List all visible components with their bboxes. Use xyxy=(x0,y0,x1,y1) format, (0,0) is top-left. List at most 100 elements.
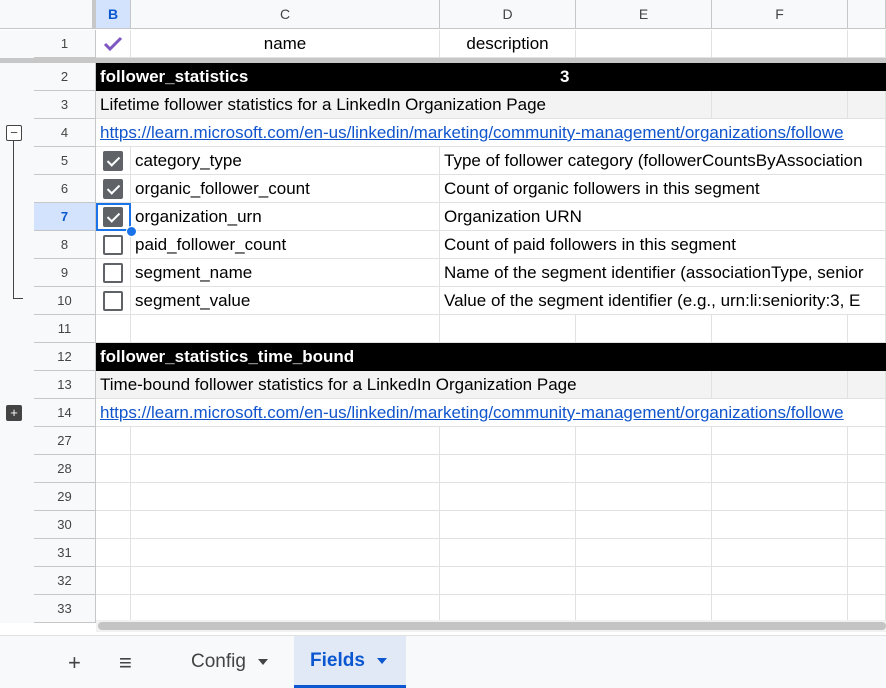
empty-cell[interactable] xyxy=(131,595,440,623)
row-number[interactable]: 2 xyxy=(34,63,96,91)
field-checkbox[interactable] xyxy=(103,178,123,199)
field-description-cell[interactable]: Value of the segment identifier (e.g., u… xyxy=(440,287,886,315)
field-checkbox-cell[interactable] xyxy=(96,175,131,203)
empty-cell[interactable] xyxy=(712,483,848,511)
empty-cell[interactable] xyxy=(848,371,886,399)
empty-cell[interactable] xyxy=(576,455,712,483)
empty-cell[interactable] xyxy=(96,455,131,483)
field-description-cell[interactable]: Organization URN xyxy=(440,203,886,231)
spreadsheet-grid[interactable]: BCDEF 1 name description 2 follower_statisti… xyxy=(0,0,886,635)
empty-cell[interactable] xyxy=(712,455,848,483)
column-header[interactable] xyxy=(848,0,886,29)
frozen-row-divider[interactable] xyxy=(0,58,886,63)
chevron-down-icon[interactable] xyxy=(257,659,268,665)
row-number[interactable]: 5 xyxy=(34,147,96,175)
empty-cell[interactable] xyxy=(131,539,440,567)
empty-cell[interactable] xyxy=(848,595,886,623)
empty-cell[interactable] xyxy=(576,427,712,455)
empty-cell[interactable] xyxy=(848,539,886,567)
empty-cell[interactable] xyxy=(576,567,712,595)
row-number[interactable]: 27 xyxy=(34,427,96,455)
empty-cell[interactable] xyxy=(440,315,576,343)
empty-cell[interactable] xyxy=(712,371,848,399)
empty-cell[interactable] xyxy=(131,315,440,343)
row-number[interactable]: 31 xyxy=(34,539,96,567)
field-description-cell[interactable]: Name of the segment identifier (associat… xyxy=(440,259,886,287)
field-checkbox[interactable] xyxy=(103,290,123,311)
empty-cell[interactable] xyxy=(131,455,440,483)
empty-cell[interactable] xyxy=(712,427,848,455)
empty-cell[interactable] xyxy=(96,567,131,595)
field-checkbox[interactable] xyxy=(103,150,123,171)
field-name-cell[interactable]: paid_follower_count xyxy=(131,231,440,259)
row-number[interactable]: 14 xyxy=(34,399,96,427)
all-sheets-menu-icon[interactable]: ≡ xyxy=(119,650,132,676)
empty-cell[interactable] xyxy=(440,511,576,539)
empty-cell[interactable] xyxy=(576,595,712,623)
field-checkbox-cell[interactable] xyxy=(96,259,131,287)
row-number[interactable]: 8 xyxy=(34,231,96,259)
row-number[interactable]: 28 xyxy=(34,455,96,483)
empty-cell[interactable] xyxy=(712,511,848,539)
empty-cell[interactable] xyxy=(576,30,712,58)
field-checkbox-cell[interactable] xyxy=(96,147,131,175)
empty-cell[interactable] xyxy=(131,427,440,455)
field-name-cell[interactable]: segment_value xyxy=(131,287,440,315)
row-number[interactable]: 9 xyxy=(34,259,96,287)
empty-cell[interactable] xyxy=(440,539,576,567)
row-number[interactable]: 33 xyxy=(34,595,96,623)
empty-cell[interactable] xyxy=(576,511,712,539)
empty-cell[interactable] xyxy=(440,455,576,483)
empty-cell[interactable] xyxy=(712,595,848,623)
sheet-tab-fields[interactable]: Fields xyxy=(294,636,406,688)
row-number[interactable]: 7 xyxy=(34,203,96,231)
row-number[interactable]: 1 xyxy=(34,30,96,58)
field-checkbox[interactable] xyxy=(103,234,123,255)
empty-cell[interactable] xyxy=(96,427,131,455)
empty-cell[interactable] xyxy=(131,511,440,539)
row-number[interactable]: 30 xyxy=(34,511,96,539)
column-header[interactable]: E xyxy=(576,0,712,29)
chevron-down-icon[interactable] xyxy=(376,657,387,664)
field-checkbox-cell[interactable] xyxy=(96,231,131,259)
field-description-cell[interactable]: Count of paid followers in this segment xyxy=(440,231,886,259)
empty-cell[interactable] xyxy=(848,427,886,455)
docs-link[interactable]: https://learn.microsoft.com/en-us/linked… xyxy=(96,399,886,427)
empty-cell[interactable] xyxy=(131,567,440,595)
empty-cell[interactable] xyxy=(96,595,131,623)
row-number[interactable]: 6 xyxy=(34,175,96,203)
column-header[interactable]: F xyxy=(712,0,848,29)
empty-cell[interactable] xyxy=(576,483,712,511)
row-number[interactable]: 29 xyxy=(34,483,96,511)
collapse-group-button[interactable]: − xyxy=(6,125,22,141)
field-name-cell[interactable]: organic_follower_count xyxy=(131,175,440,203)
empty-cell[interactable] xyxy=(440,483,576,511)
empty-cell[interactable] xyxy=(712,315,848,343)
empty-cell[interactable] xyxy=(712,539,848,567)
empty-cell[interactable] xyxy=(848,567,886,595)
description-column-heading[interactable]: description xyxy=(440,30,576,58)
empty-cell[interactable] xyxy=(576,539,712,567)
empty-cell[interactable] xyxy=(712,30,848,58)
field-description-cell[interactable]: Count of organic followers in this segme… xyxy=(440,175,886,203)
empty-cell[interactable] xyxy=(848,30,886,58)
row-number[interactable]: 11 xyxy=(34,315,96,343)
row-number[interactable]: 13 xyxy=(34,371,96,399)
docs-link[interactable]: https://learn.microsoft.com/en-us/linked… xyxy=(96,119,886,147)
add-sheet-icon[interactable]: + xyxy=(68,650,81,676)
section-description-cell[interactable]: Time-bound follower statistics for a Lin… xyxy=(96,371,712,399)
empty-cell[interactable] xyxy=(848,483,886,511)
field-description-cell[interactable]: Type of follower category (followerCount… xyxy=(440,147,886,175)
empty-cell[interactable] xyxy=(576,315,712,343)
empty-cell[interactable] xyxy=(848,91,886,119)
name-column-heading[interactable]: name xyxy=(131,30,440,58)
field-name-cell[interactable]: organization_urn xyxy=(131,203,440,231)
empty-cell[interactable] xyxy=(96,511,131,539)
column-header[interactable]: B xyxy=(96,0,131,29)
empty-cell[interactable] xyxy=(131,483,440,511)
empty-cell[interactable] xyxy=(96,539,131,567)
empty-cell[interactable] xyxy=(96,483,131,511)
row-number[interactable]: 4 xyxy=(34,119,96,147)
expand-group-button[interactable]: + xyxy=(6,405,22,421)
row-number[interactable]: 10 xyxy=(34,287,96,315)
